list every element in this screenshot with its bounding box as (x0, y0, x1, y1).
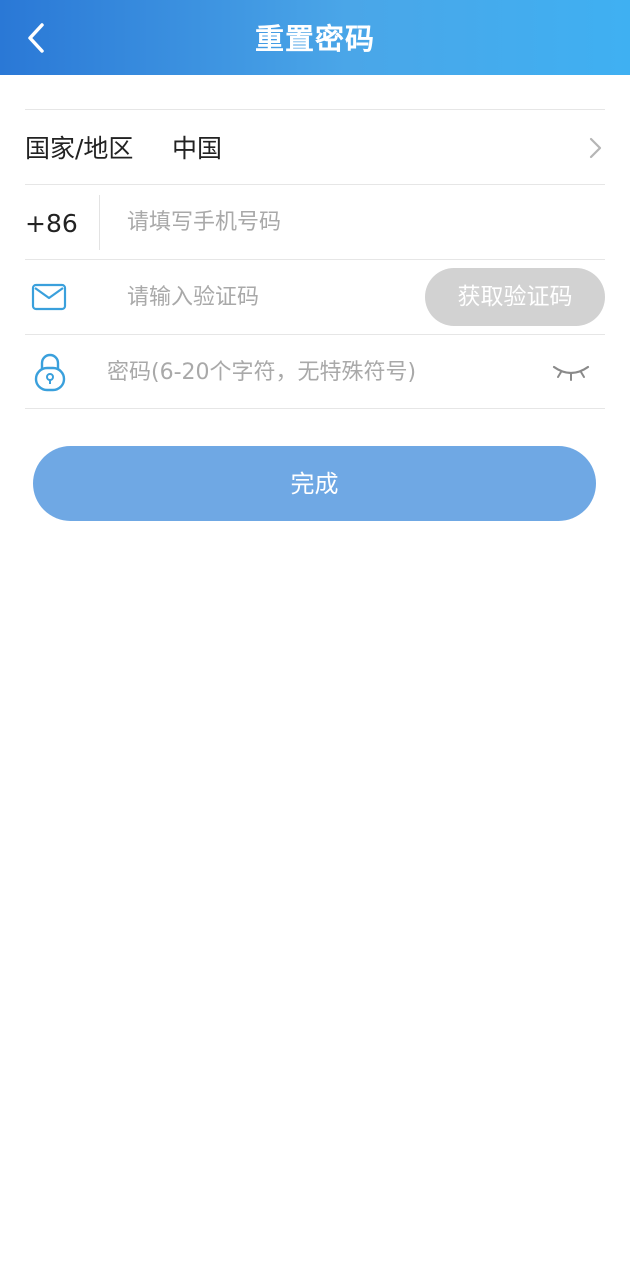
reset-password-form: 国家/地区 中国 +86 获取验证码 (25, 109, 605, 410)
verification-code-input[interactable] (127, 260, 417, 335)
eye-closed-icon (552, 365, 590, 381)
country-code: +86 (25, 209, 78, 238)
password-row (25, 334, 605, 410)
password-input[interactable] (107, 335, 527, 410)
region-row[interactable]: 国家/地区 中国 (25, 109, 605, 184)
page-title: 重置密码 (254, 22, 375, 56)
lock-icon (33, 351, 67, 393)
password-visibility-toggle[interactable] (551, 357, 591, 387)
submit-button[interactable]: 完成 (33, 446, 596, 521)
code-row: 获取验证码 (25, 259, 605, 335)
region-label: 国家/地区 (25, 134, 134, 163)
phone-input[interactable] (127, 185, 597, 260)
mail-icon (31, 282, 67, 312)
region-value: 中国 (172, 134, 223, 163)
get-code-button[interactable]: 获取验证码 (425, 268, 605, 326)
chevron-right-icon[interactable] (585, 134, 605, 162)
divider (99, 195, 100, 250)
app-header: 重置密码 (0, 0, 630, 75)
phone-row: +86 (25, 184, 605, 260)
